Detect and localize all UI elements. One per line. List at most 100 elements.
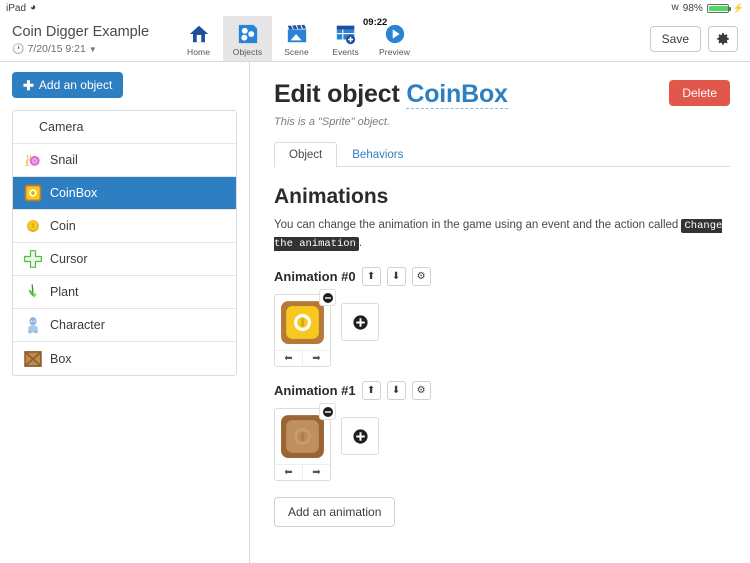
list-item-cursor[interactable]: Cursor [13,243,236,276]
arrow-up-icon[interactable]: ⬆ [361,381,381,400]
snail-icon [24,154,40,166]
gear-icon[interactable]: ⚙ [411,381,431,400]
animations-heading: Animations [274,185,389,208]
arrow-left-icon[interactable]: ⬅ [275,351,303,366]
project-info[interactable]: Coin Digger Example 🕐 7/20/15 9:21 ▼ [0,16,168,61]
arrow-right-icon[interactable]: ➡ [303,465,330,480]
list-item-coinbox[interactable]: CoinBox [13,177,236,210]
animation-0-frames: ⬅ ➡ [274,289,730,367]
object-name-editable[interactable]: CoinBox [406,80,508,109]
box-icon [24,350,42,367]
delete-button[interactable]: Delete [669,80,730,106]
frame-thumbnail[interactable]: ⬅ ➡ [274,403,336,481]
coinbox-icon [24,184,42,202]
object-label: Cursor [50,252,88,266]
editor-tabs: Object Behaviors [274,141,730,167]
clock-time: 09:22 [363,17,388,28]
editor-title: Edit object CoinBox [274,80,508,109]
animations-description: You can change the animation in the game… [274,217,729,253]
object-label: Plant [50,285,79,299]
bluetooth-icon: w [671,2,679,13]
arrow-right-icon[interactable]: ➡ [303,351,330,366]
scene-clapperboard-icon [287,24,306,43]
plus-circle-icon [352,314,368,330]
plus-icon: ✚ [23,77,34,93]
ios-status-bar: iPad ◕ w 98% ⚡ [0,0,750,16]
project-date-label: 7/20/15 9:21 [27,43,86,55]
remove-circle-icon [322,406,333,417]
character-icon [28,317,38,334]
tab-behaviors[interactable]: Behaviors [337,142,418,167]
list-item-camera[interactable]: Camera [13,111,236,144]
object-label: Snail [50,153,78,167]
status-bar-right: w 98% ⚡ [672,3,744,14]
device-label: iPad [6,2,27,14]
arrow-down-icon[interactable]: ⬇ [386,267,406,286]
objects-icon [238,24,257,44]
object-label: Camera [39,120,84,134]
frame-thumbnail[interactable]: ⬅ ➡ [274,289,336,367]
remove-frame-button[interactable] [319,289,336,306]
remove-circle-icon [322,292,333,303]
settings-button[interactable] [708,25,738,52]
nav-tab-events-label: Events [332,47,359,57]
animation-1-label: Animation #1 [274,383,356,398]
home-icon [189,25,208,43]
gear-icon [717,32,729,45]
charging-bolt-icon: ⚡ [732,2,744,13]
nav-tab-objects-label: Objects [232,47,263,57]
nav-tab-preview-label: Preview [379,47,410,57]
nav-tab-objects[interactable]: Objects [223,16,272,61]
list-item-plant[interactable]: Plant [13,276,236,309]
editor-title-prefix: Edit object [274,80,407,108]
editor-header: Edit object CoinBox Delete [274,80,730,109]
nav-tab-scene[interactable]: Scene [272,16,321,61]
add-frame-button[interactable] [341,303,379,341]
nav-tab-home[interactable]: Home [174,16,223,61]
top-bar-actions: Save [649,16,750,61]
plus-circle-icon [352,428,368,444]
page-title: Coin Digger Example [12,24,150,40]
object-label: CoinBox [50,186,98,200]
clock-icon: 🕐 [12,43,25,55]
add-animation-button[interactable]: Add an animation [274,497,396,527]
coin-icon [27,220,39,232]
frame-nav: ⬅ ➡ [275,464,330,480]
add-object-button[interactable]: ✚ Add an object [12,72,124,98]
animation-0-header: Animation #0 ⬆ ⬇ ⚙ [274,267,730,286]
status-bar-left: iPad ◕ [6,3,36,14]
list-item-box[interactable]: Box [13,342,236,375]
save-button[interactable]: Save [649,25,701,52]
remove-frame-button[interactable] [319,403,336,420]
add-object-label: Add an object [38,78,113,92]
project-date[interactable]: 🕐 7/20/15 9:21 ▼ [12,43,168,55]
content-area: ✚ Add an object Camera Snail CoinBox Coi… [0,62,750,563]
animation-1-header: Animation #1 ⬆ ⬇ ⚙ [274,381,730,400]
object-type-note: This is a "Sprite" object. [274,116,391,128]
list-item-snail[interactable]: Snail [13,144,236,177]
arrow-down-icon[interactable]: ⬇ [386,381,406,400]
description-text-after: . [358,237,363,249]
frame-nav: ⬅ ➡ [275,350,330,366]
gear-icon[interactable]: ⚙ [411,267,431,286]
tab-object[interactable]: Object [274,142,338,167]
animation-1-frames: ⬅ ➡ [274,403,730,481]
cursor-cross-icon [24,250,42,268]
battery-icon [706,3,731,13]
arrow-left-icon[interactable]: ⬅ [275,465,303,480]
animation-0-label: Animation #0 [274,269,356,284]
arrow-up-icon[interactable]: ⬆ [361,267,381,286]
add-frame-button[interactable] [341,417,379,455]
object-label: Character [50,318,105,332]
app-top-bar: Coin Digger Example 🕐 7/20/15 9:21 ▼ Hom… [0,16,750,62]
object-label: Coin [50,219,76,233]
description-text-before: You can change the animation in the game… [274,219,682,231]
wifi-icon: ◕ [30,2,37,13]
chevron-down-icon: ▼ [88,44,97,54]
nav-tab-home-label: Home [186,47,211,57]
nav-tab-scene-label: Scene [284,47,309,57]
list-item-coin[interactable]: Coin [13,210,236,243]
list-item-character[interactable]: Character [13,309,236,342]
battery-percent-label: 98% [682,2,703,14]
object-list: Camera Snail CoinBox Coin Cursor Plant C… [12,110,237,376]
